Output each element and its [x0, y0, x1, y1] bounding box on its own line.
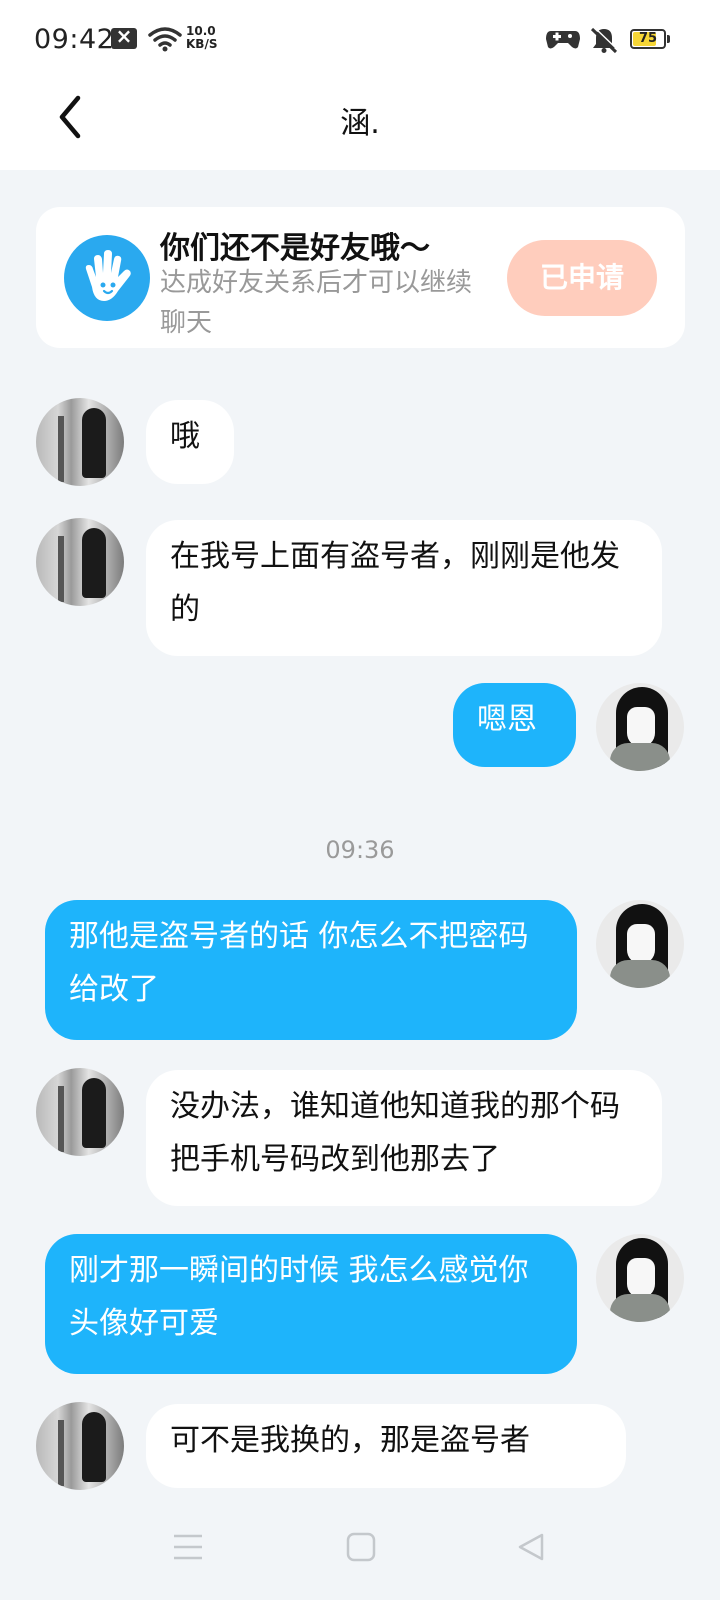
battery-tip — [667, 35, 670, 43]
message-text: 哦 — [170, 419, 200, 454]
my-avatar[interactable] — [596, 683, 684, 771]
status-time: 09:42 — [34, 24, 115, 55]
menu-icon[interactable] — [172, 1532, 204, 1562]
network-speed: 10.0 KB/S — [186, 25, 226, 51]
outgoing-message-bubble[interactable]: 嗯恩 — [453, 683, 576, 767]
home-square-icon[interactable] — [346, 1532, 376, 1562]
battery-level: 75 — [638, 31, 658, 46]
system-navigation-bar — [0, 1496, 720, 1600]
contact-avatar[interactable] — [36, 518, 124, 606]
friend-request-card: 你们还不是好友哦～ 达成好友关系后才可以继续聊天 已申请 — [36, 207, 685, 348]
friend-notice-title: 你们还不是好友哦～ — [160, 231, 430, 266]
timestamp-divider: 09:36 — [325, 836, 395, 864]
incoming-message-bubble[interactable]: 哦 — [146, 400, 234, 484]
contact-avatar[interactable] — [36, 1068, 124, 1156]
status-bar: 09:42 10.0 KB/S 75 — [0, 0, 720, 80]
message-text: 嗯恩 — [477, 702, 537, 737]
incoming-message-bubble[interactable]: 在我号上面有盗号者，刚刚是他发的 — [146, 520, 662, 656]
message-text: 刚才那一瞬间的时候 我怎么感觉你头像好可爱 — [69, 1253, 529, 1341]
message-text: 可不是我换的，那是盗号者 — [170, 1423, 530, 1458]
outgoing-message-bubble[interactable]: 刚才那一瞬间的时候 我怎么感觉你头像好可爱 — [45, 1234, 577, 1374]
wifi-icon — [148, 27, 182, 52]
applied-button[interactable]: 已申请 — [507, 240, 657, 316]
notification-close-icon — [111, 24, 137, 49]
incoming-message-bubble[interactable]: 没办法，谁知道他知道我的那个码把手机号码改到他那去了 — [146, 1070, 662, 1206]
my-avatar[interactable] — [596, 1234, 684, 1322]
message-text: 在我号上面有盗号者，刚刚是他发的 — [170, 539, 620, 627]
contact-avatar[interactable] — [36, 1402, 124, 1490]
friend-notice-subtitle: 达成好友关系后才可以继续聊天 — [160, 268, 473, 338]
gamepad-icon — [546, 31, 580, 49]
chat-title: 涵. — [340, 106, 380, 141]
message-text: 没办法，谁知道他知道我的那个码把手机号码改到他那去了 — [170, 1089, 620, 1177]
bell-muted-icon — [590, 26, 619, 54]
message-text: 那他是盗号者的话 你怎么不把密码给改了 — [69, 919, 529, 1007]
outgoing-message-bubble[interactable]: 那他是盗号者的话 你怎么不把密码给改了 — [45, 900, 577, 1040]
chat-header: 涵. — [0, 80, 720, 170]
incoming-message-bubble[interactable]: 可不是我换的，那是盗号者 — [146, 1404, 626, 1488]
my-avatar[interactable] — [596, 900, 684, 988]
battery-indicator: 75 — [630, 29, 666, 49]
hand-wave-icon — [64, 235, 150, 321]
triangle-back-icon[interactable] — [516, 1532, 546, 1562]
contact-avatar[interactable] — [36, 398, 124, 486]
network-speed-unit: KB/S — [186, 37, 218, 51]
